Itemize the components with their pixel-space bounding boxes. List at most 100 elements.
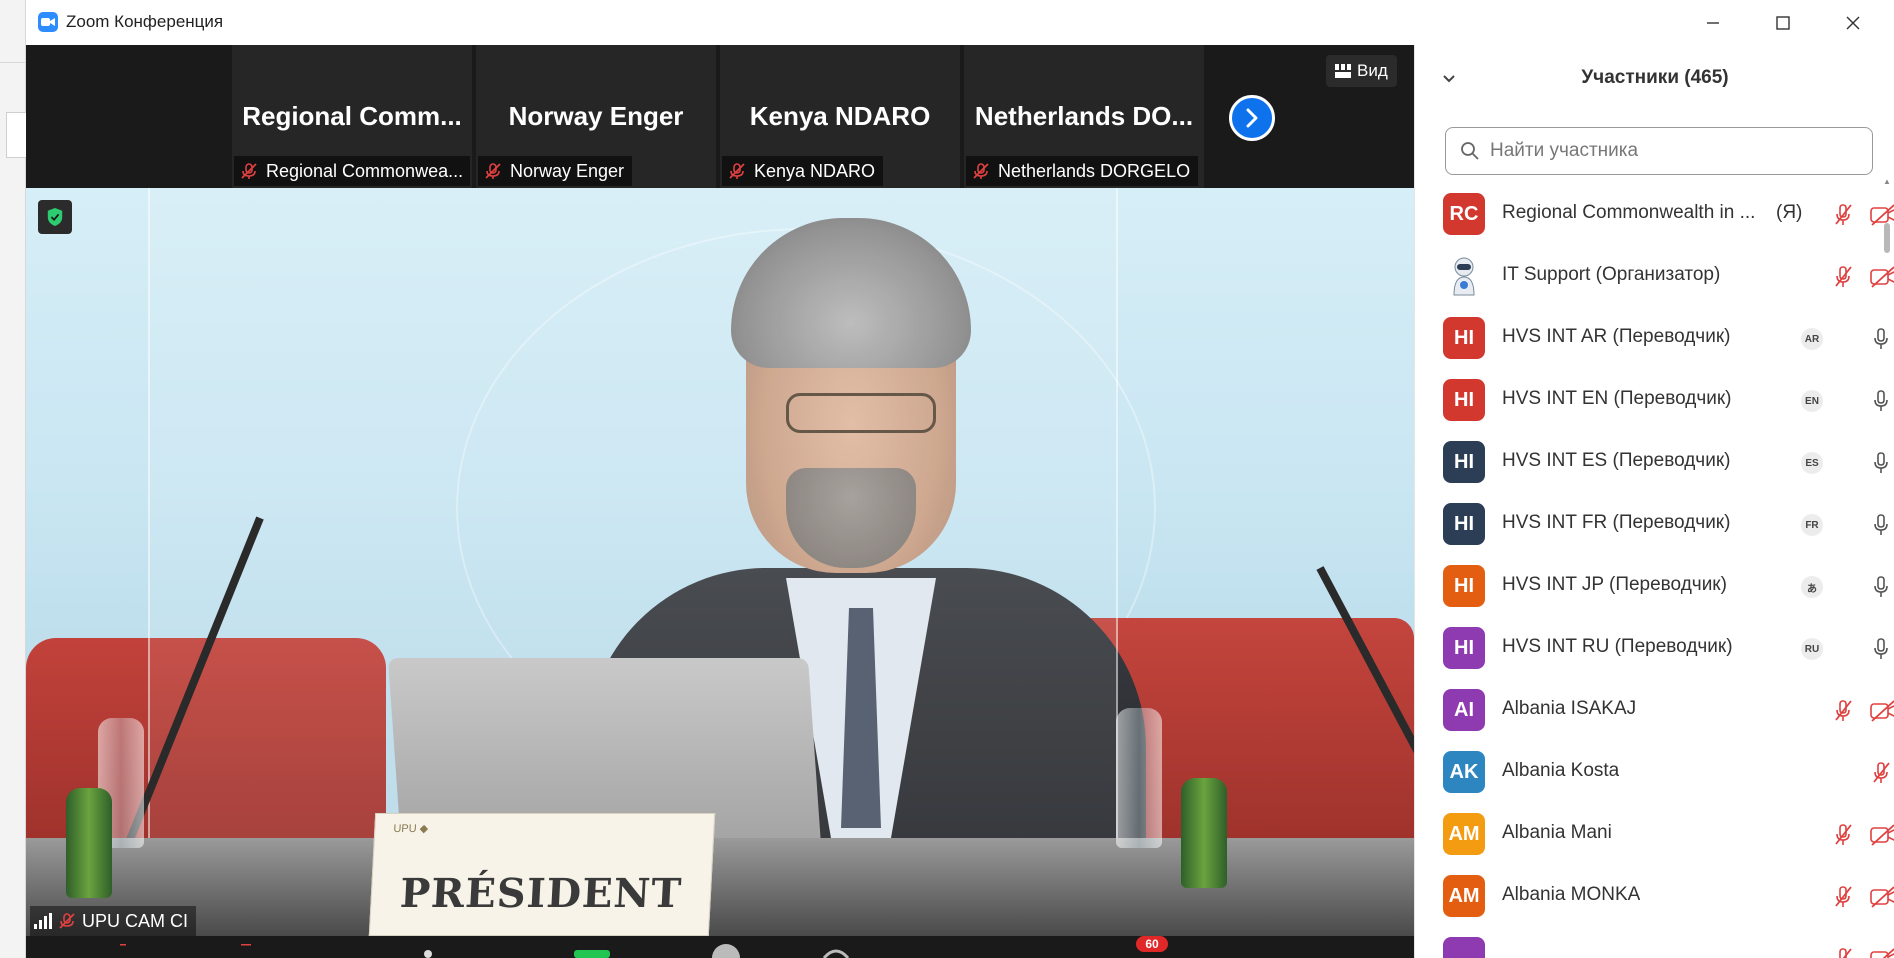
avatar-initials: AM	[1448, 822, 1480, 845]
avatar-initials: AI	[1454, 698, 1474, 721]
participant-row[interactable]: HI HVS INT EN (Переводчик) EN	[1415, 369, 1888, 431]
avatar: RC	[1443, 193, 1485, 235]
participant-row[interactable]: HI HVS INT FR (Переводчик) FR	[1415, 493, 1888, 555]
mic-muted-icon	[485, 163, 501, 179]
mic-muted-icon	[59, 913, 75, 929]
security-button-icon[interactable]	[416, 944, 440, 958]
avatar: HI	[1443, 503, 1485, 545]
thumbnail-tile[interactable]: Regional Comm... Regional Commonwea...	[232, 45, 472, 188]
close-button[interactable]	[1818, 0, 1888, 45]
participant-name: Albania ISAKAJ	[1502, 698, 1637, 719]
participant-search-box[interactable]	[1445, 127, 1873, 175]
participant-list: RC Regional Commonwealth in ... (Я) IT Supp…	[1415, 183, 1894, 958]
mute-button-icon[interactable]	[106, 944, 130, 958]
nameplate: UPU ◆ PRÉSIDENT	[368, 813, 716, 936]
participants-button-icon[interactable]	[572, 944, 612, 958]
interpretation-language-badge: ES	[1801, 452, 1823, 474]
thumbnail-label: Norway Enger	[478, 156, 633, 186]
participant-name: Albania Mani	[1502, 822, 1612, 843]
speaker-name-label: UPU CAM CI	[30, 906, 197, 936]
participant-row[interactable]: HI HVS INT JP (Переводчик) あ	[1415, 555, 1888, 617]
mic-muted-icon[interactable]	[1832, 947, 1854, 958]
water-bottle	[1116, 708, 1162, 848]
thumbnail-display-name: Netherlands DO...	[974, 101, 1194, 131]
participant-name: Albania MONKA	[1502, 884, 1641, 905]
thumbnail-tile[interactable]: Kenya NDARO Kenya NDARO	[720, 45, 960, 188]
avatar: AM	[1443, 875, 1485, 917]
participant-self-tag: (Я)	[1776, 202, 1803, 223]
thumbnail-label-text: Kenya NDARO	[754, 160, 876, 181]
scrollbar-thumb[interactable]	[1884, 223, 1890, 253]
avatar-initials: AM	[1448, 884, 1480, 907]
avatar-initials: HI	[1454, 388, 1474, 411]
search-input[interactable]	[1490, 140, 1860, 162]
participant-name: HVS INT RU (Переводчик)	[1502, 636, 1733, 657]
mic-muted-icon[interactable]	[1832, 203, 1854, 227]
avatar-initials: HI	[1454, 450, 1474, 473]
video-button-icon[interactable]	[231, 944, 255, 958]
robot-avatar-icon	[1453, 257, 1475, 296]
participant-name: Regional Commonwealth in ...	[1502, 202, 1756, 223]
participant-row[interactable]: AM Albania MONKA	[1415, 865, 1894, 927]
background-divider	[0, 62, 26, 63]
mic-muted-icon[interactable]	[1832, 885, 1854, 909]
share-screen-button-icon[interactable]	[706, 944, 746, 958]
participant-name: IT Support (Организатор)	[1502, 264, 1721, 285]
participant-row[interactable]	[1415, 927, 1894, 958]
active-speaker-video[interactable]: UPU ◆ PRÉSIDENT UPU CAM CI	[26, 188, 1414, 936]
interpretation-language-badge: EN	[1801, 390, 1823, 412]
minimize-icon	[1707, 21, 1719, 24]
mic-muted-icon[interactable]	[1832, 699, 1854, 723]
avatar-initials: RC	[1449, 202, 1479, 225]
avatar: HI	[1443, 627, 1485, 669]
avatar: AM	[1443, 813, 1485, 855]
encryption-shield-icon[interactable]	[38, 200, 72, 234]
thumbnail-strip: Regional Comm... Regional Commonwea... N…	[26, 45, 1414, 188]
maximize-button[interactable]	[1748, 0, 1818, 45]
participant-name: HVS INT AR (Переводчик)	[1502, 326, 1731, 347]
participant-row[interactable]: HI HVS INT ES (Переводчик) ES	[1415, 431, 1888, 493]
grid-icon	[1335, 64, 1351, 78]
thumbnail-label-text: Netherlands DORGELO	[998, 160, 1191, 181]
mic-muted-icon[interactable]	[1832, 823, 1854, 847]
thumbnail-display-name: Norway Enger	[508, 101, 684, 131]
minimize-button[interactable]	[1678, 0, 1748, 45]
avatar: HI	[1443, 317, 1485, 359]
mic-muted-icon	[973, 163, 989, 179]
thumbnail-label: Kenya NDARO	[722, 156, 884, 186]
participant-row[interactable]: RC Regional Commonwealth in ... (Я)	[1415, 183, 1894, 245]
window-title: Zoom Конференция	[66, 12, 224, 31]
participant-row[interactable]: AM Albania Mani	[1415, 803, 1894, 865]
nameplate-logo: UPU ◆	[393, 823, 429, 835]
participants-panel: Участники (465) RC Regional Commonwealth …	[1414, 45, 1894, 958]
view-button-label: Вид	[1357, 61, 1388, 80]
interpretation-language-badge: AR	[1801, 328, 1823, 350]
participant-row[interactable]: HI HVS INT RU (Переводчик) RU	[1415, 617, 1888, 679]
reactions-button-icon[interactable]	[816, 944, 856, 958]
participant-row[interactable]: IT Support (Организатор)	[1415, 245, 1894, 307]
meeting-stage: Regional Comm... Regional Commonwea... N…	[26, 45, 1414, 958]
nameplate-text: PRÉSIDENT	[398, 870, 684, 917]
scroll-up-arrow[interactable]: ▲	[1883, 177, 1891, 186]
thumbnail-label-text: Norway Enger	[510, 160, 625, 181]
avatar: HI	[1443, 379, 1485, 421]
chat-unread-badge: 60	[1136, 936, 1168, 952]
next-page-button[interactable]	[1229, 95, 1275, 141]
avatar: AI	[1443, 689, 1485, 731]
participant-name: Albania Kosta	[1502, 760, 1620, 781]
participant-list-scrollbar[interactable]: ▲	[1879, 175, 1894, 958]
thumbnail-tile[interactable]: Norway Enger Norway Enger	[476, 45, 716, 188]
participant-name: HVS INT ES (Переводчик)	[1502, 450, 1731, 471]
view-button[interactable]: Вид	[1326, 55, 1397, 87]
participant-row[interactable]: AI Albania ISAKAJ	[1415, 679, 1894, 741]
thumbnail-display-name: Regional Comm...	[242, 101, 462, 131]
title-bar[interactable]: Zoom Конференция	[26, 0, 1894, 45]
participant-row[interactable]: HI HVS INT AR (Переводчик) AR	[1415, 307, 1888, 369]
zoom-app-icon	[38, 12, 58, 32]
participant-name: HVS INT JP (Переводчик)	[1502, 574, 1727, 595]
thumbnail-tile[interactable]: Netherlands DO... Netherlands DORGELO	[964, 45, 1204, 188]
zoom-window: Zoom Конференция Regional Comm... Region…	[26, 0, 1894, 958]
participant-row[interactable]: AK Albania Kosta	[1415, 741, 1890, 803]
signal-strength-icon	[34, 913, 52, 929]
mic-muted-icon[interactable]	[1832, 265, 1854, 289]
